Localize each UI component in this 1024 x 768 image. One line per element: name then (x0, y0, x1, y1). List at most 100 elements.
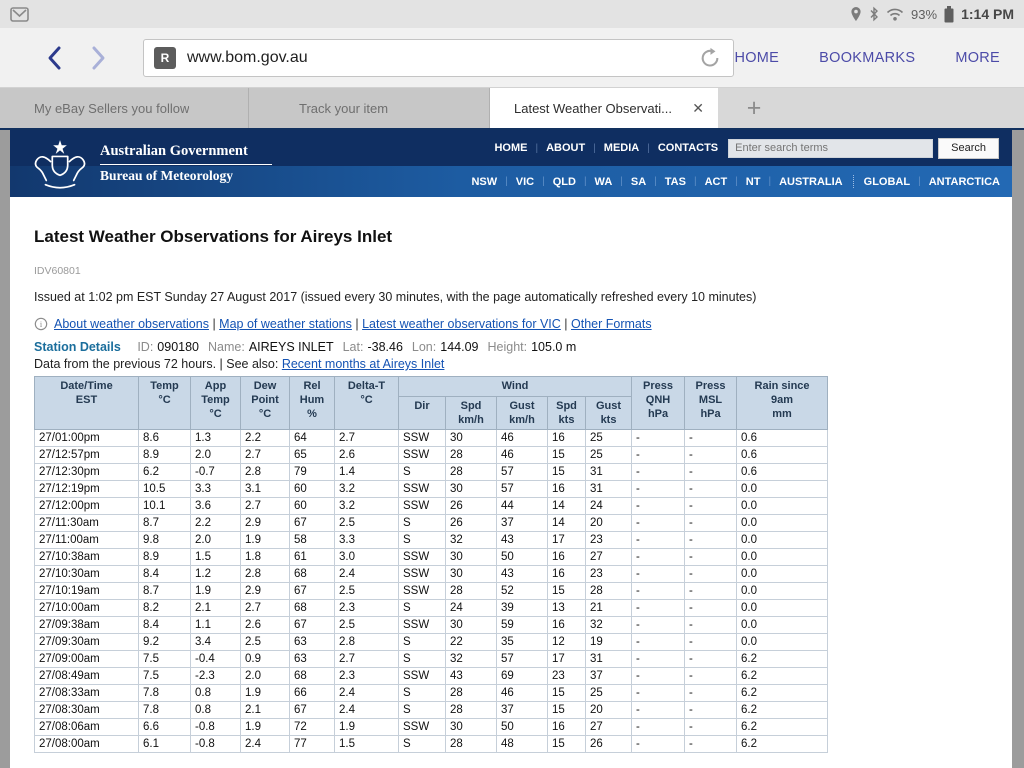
obs-cell: - (632, 532, 685, 549)
page-link[interactable]: Map of weather stations (219, 317, 352, 331)
obs-cell: 2.4 (241, 736, 290, 753)
state-nav-wa[interactable]: WA (595, 176, 613, 188)
obs-cell: 15 (548, 702, 586, 719)
obs-cell: 27/08:00am (35, 736, 139, 753)
recent-months-link[interactable]: Recent months at Aireys Inlet (282, 357, 445, 371)
obs-cell: 16 (548, 719, 586, 736)
obs-cell: S (399, 515, 446, 532)
obs-cell: 8.2 (139, 600, 191, 617)
tab-inactive[interactable]: My eBay Sellers you follow (0, 88, 249, 128)
state-nav-sa[interactable]: SA (631, 176, 646, 188)
reload-button[interactable] (697, 47, 723, 69)
state-nav-australia[interactable]: AUSTRALIA (779, 176, 843, 188)
table-row: 27/10:19am8.71.92.9672.5SSW28521528--0.0 (35, 583, 828, 600)
obs-cell: 1.3 (191, 430, 241, 447)
url-input[interactable] (187, 49, 697, 67)
obs-cell: 16 (548, 430, 586, 447)
address-bar[interactable]: R (143, 39, 734, 77)
wind-group-header: Wind (399, 377, 632, 397)
obs-cell: 0.0 (737, 481, 828, 498)
column-header: Dew Point °C (241, 377, 290, 430)
obs-cell: - (632, 719, 685, 736)
state-nav-act[interactable]: ACT (705, 176, 728, 188)
tab-active[interactable]: Latest Weather Observati...✕ (490, 88, 718, 128)
table-row: 27/12:19pm10.53.33.1603.2SSW30571631--0.… (35, 481, 828, 498)
obs-cell: - (632, 549, 685, 566)
state-nav-global[interactable]: GLOBAL (864, 176, 910, 188)
obs-cell: - (685, 719, 737, 736)
obs-cell: 27/09:38am (35, 617, 139, 634)
obs-cell: 15 (548, 447, 586, 464)
table-row: 27/01:00pm8.61.32.2642.7SSW30461625--0.6 (35, 430, 828, 447)
nav-separator: | (654, 176, 657, 187)
page-link[interactable]: About weather observations (54, 317, 209, 331)
state-nav-tas[interactable]: TAS (665, 176, 686, 188)
tab-close-icon[interactable]: ✕ (692, 100, 704, 117)
station-field-label: Height: (487, 340, 527, 354)
state-nav-nt[interactable]: NT (746, 176, 761, 188)
station-field-value: AIREYS INLET (249, 340, 334, 354)
nav-separator: | (768, 176, 771, 187)
browser-action-bookmarks[interactable]: BOOKMARKS (819, 50, 915, 66)
forward-button[interactable] (82, 41, 116, 75)
obs-cell: 27/09:30am (35, 634, 139, 651)
utility-nav-home[interactable]: HOME (494, 142, 527, 154)
table-row: 27/11:30am8.72.22.9672.5S26371420--0.0 (35, 515, 828, 532)
obs-cell: 26 (446, 498, 497, 515)
obs-cell: 27/10:30am (35, 566, 139, 583)
new-tab-button[interactable]: + (732, 88, 776, 128)
state-nav-qld[interactable]: QLD (553, 176, 576, 188)
browser-actions: HOME BOOKMARKS MORE (734, 50, 1000, 66)
logo-divider (100, 164, 272, 165)
obs-cell: 60 (290, 481, 335, 498)
obs-cell: 15 (548, 464, 586, 481)
obs-cell: 0.0 (737, 549, 828, 566)
link-separator: | (209, 317, 219, 331)
obs-cell: - (632, 515, 685, 532)
table-row: 27/08:06am6.6-0.81.9721.9SSW30501627--6.… (35, 719, 828, 736)
table-row: 27/12:00pm10.13.62.7603.2SSW26441424--0.… (35, 498, 828, 515)
utility-nav-media[interactable]: MEDIA (604, 142, 639, 154)
state-nav-nsw[interactable]: NSW (471, 176, 497, 188)
tab-inactive[interactable]: Track your item (249, 88, 490, 128)
column-header: Date/Time EST (35, 377, 139, 430)
station-field-value: 144.09 (440, 340, 478, 354)
obs-cell: 27/10:19am (35, 583, 139, 600)
back-button[interactable] (38, 41, 72, 75)
browser-action-more[interactable]: MORE (955, 50, 1000, 66)
obs-cell: 0.0 (737, 617, 828, 634)
obs-cell: 68 (290, 566, 335, 583)
obs-cell: 27 (586, 549, 632, 566)
obs-cell: - (685, 515, 737, 532)
obs-cell: 43 (497, 532, 548, 549)
obs-cell: 27/12:57pm (35, 447, 139, 464)
obs-cell: 0.0 (737, 515, 828, 532)
site-search-input[interactable] (728, 139, 933, 158)
obs-cell: 8.4 (139, 617, 191, 634)
obs-cell: 57 (497, 651, 548, 668)
site-search-button[interactable]: Search (938, 138, 999, 159)
obs-cell: 2.7 (241, 498, 290, 515)
obs-cell: 32 (586, 617, 632, 634)
page-link[interactable]: Latest weather observations for VIC (362, 317, 561, 331)
obs-cell: 2.5 (241, 634, 290, 651)
utility-nav-contacts[interactable]: CONTACTS (658, 142, 718, 154)
page-title: Latest Weather Observations for Aireys I… (34, 227, 1012, 247)
obs-cell: 67 (290, 617, 335, 634)
obs-cell: 1.9 (241, 685, 290, 702)
obs-cell: 6.2 (737, 702, 828, 719)
state-nav-vic[interactable]: VIC (516, 176, 534, 188)
obs-cell: 67 (290, 702, 335, 719)
browser-action-home[interactable]: HOME (734, 50, 779, 66)
status-bar: 93% 1:14 PM (0, 0, 1024, 28)
obs-cell: 27/12:19pm (35, 481, 139, 498)
obs-cell: SSW (399, 583, 446, 600)
obs-cell: 67 (290, 515, 335, 532)
state-nav-antarctica[interactable]: ANTARCTICA (929, 176, 1000, 188)
obs-cell: 7.8 (139, 702, 191, 719)
utility-nav-about[interactable]: ABOUT (546, 142, 585, 154)
nav-separator: | (694, 176, 697, 187)
page-link[interactable]: Other Formats (571, 317, 652, 331)
obs-cell: - (685, 668, 737, 685)
obs-cell: S (399, 702, 446, 719)
